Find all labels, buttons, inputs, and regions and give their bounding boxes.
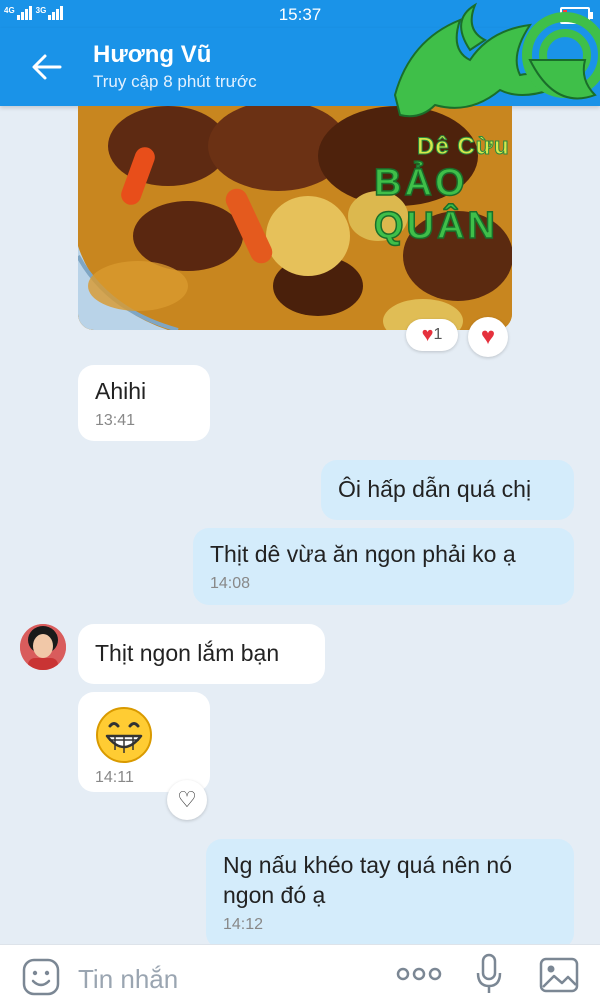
microphone-icon[interactable] [475,953,503,995]
message-outgoing[interactable]: Ôi hấp dẫn quá chị [321,460,574,520]
message-incoming[interactable]: 14:11 [78,692,210,792]
menu-icon[interactable] [542,50,580,84]
message-incoming[interactable]: Thịt ngon lắm bạn [78,624,325,684]
heart-icon: ♥ [421,323,434,346]
message-incoming[interactable]: Ahihi 13:41 [78,365,210,441]
heart-outline-icon: ♡ [177,787,197,812]
message-text: Ahihi [95,378,147,404]
status-bar: 4G 3G 15:37 [0,0,600,28]
brand-logo-line1: Dê Cừu [417,133,510,161]
react-heart-button[interactable]: ♥ [468,317,508,357]
message-text: Thịt ngon lắm bạn [95,640,280,666]
message-text: Ôi hấp dẫn quá chị [338,476,532,502]
clock: 15:37 [278,5,322,24]
reaction-count[interactable]: ♥ 1 [406,319,458,351]
video-call-icon[interactable] [488,50,526,84]
message-input-bar: Tin nhắn [0,944,600,1001]
contact-name[interactable]: Hương Vũ [93,41,211,69]
message-time: 13:41 [95,411,136,429]
sticker-icon[interactable] [22,958,62,996]
more-icon[interactable] [396,967,442,981]
react-heart-button[interactable]: ♡ [167,780,207,820]
back-arrow-icon[interactable] [30,50,64,84]
message-outgoing[interactable]: Thịt dê vừa ăn ngon phải ko ạ 14:08 [193,528,574,605]
avatar[interactable] [20,624,66,670]
image-icon[interactable] [539,957,579,993]
message-time: 14:12 [223,915,264,933]
brand-logo-line2: BẢO QUÂN [373,161,498,248]
message-input[interactable]: Tin nhắn [78,964,178,995]
message-outgoing[interactable]: Ng nấu khéo tay quá nên nó ngon đó ạ 14:… [206,839,574,944]
chat-header: Hương Vũ Truy cập 8 phút trước [0,28,600,106]
heart-icon: ♥ [480,323,496,350]
call-icon[interactable] [434,50,472,84]
grinning-emoji-icon [96,707,152,763]
battery-icon [560,7,593,24]
message-text: Ng nấu khéo tay quá nên nó ngon đó ạ [223,852,513,908]
message-time: 14:08 [210,574,251,592]
contact-status: Truy cập 8 phút trước [93,72,257,91]
message-text: Thịt dê vừa ăn ngon phải ko ạ [210,541,516,567]
reaction-count-text: 1 [433,326,443,343]
